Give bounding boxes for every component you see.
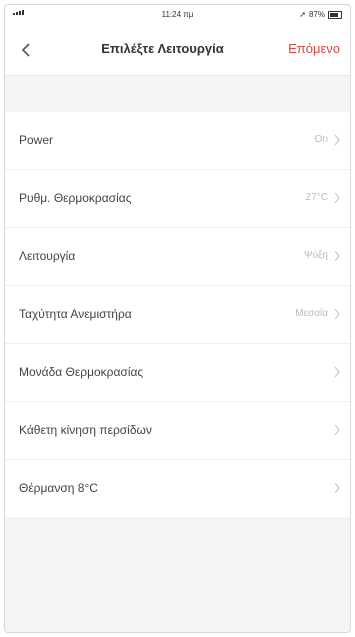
chevron-right-icon [334,482,340,494]
row-value: 27°C [305,192,328,203]
row-label: Μονάδα Θερμοκρασίας [19,365,144,379]
phone-screen: 11:24 πμ ➚ 87% Επιλέξτε Λειτουργία Επόμε… [4,4,351,633]
settings-row-set-temperature[interactable]: Ρυθμ. Θερμοκρασίας 27°C [5,170,350,228]
row-label: Θέρμανση 8°C [19,481,98,495]
chevron-right-icon [334,424,340,436]
settings-row-fan-speed[interactable]: Ταχύτητα Ανεμιστήρα Μεσαία [5,286,350,344]
settings-row-vertical-swing[interactable]: Κάθετη κίνηση περσίδων [5,402,350,460]
row-value: Μεσαία [295,308,328,319]
status-right: ➚ 87% [299,10,342,19]
chevron-left-icon [21,43,30,57]
chevron-right-icon [334,134,340,146]
nav-bar: Επιλέξτε Λειτουργία Επόμενο [5,25,350,76]
row-label: Power [19,133,54,147]
row-label: Ρυθμ. Θερμοκρασίας [19,191,132,205]
location-icon: ➚ [299,10,306,19]
chevron-right-icon [334,250,340,262]
settings-row-temperature-unit[interactable]: Μονάδα Θερμοκρασίας [5,344,350,402]
row-value: On [314,134,328,145]
settings-list: Power On Ρυθμ. Θερμοκρασίας 27°C Λειτουρ… [5,112,350,517]
status-time: 11:24 πμ [161,10,194,19]
status-bar: 11:24 πμ ➚ 87% [5,5,350,25]
chevron-right-icon [334,308,340,320]
row-label: Ταχύτητα Ανεμιστήρα [19,307,132,321]
back-button[interactable] [17,41,35,59]
page-title: Επιλέξτε Λειτουργία [101,41,224,56]
settings-row-power[interactable]: Power On [5,112,350,170]
row-label: Λειτουργία [19,249,76,263]
battery-icon [328,10,342,19]
row-label: Κάθετη κίνηση περσίδων [19,423,152,437]
settings-row-mode[interactable]: Λειτουργία Ψύξη [5,228,350,286]
battery-percent: 87% [308,10,325,19]
row-value: Ψύξη [304,250,328,261]
chevron-right-icon [334,366,340,378]
settings-row-heating-8c[interactable]: Θέρμανση 8°C [5,460,350,517]
next-button[interactable]: Επόμενο [288,41,340,56]
chevron-right-icon [334,192,340,204]
